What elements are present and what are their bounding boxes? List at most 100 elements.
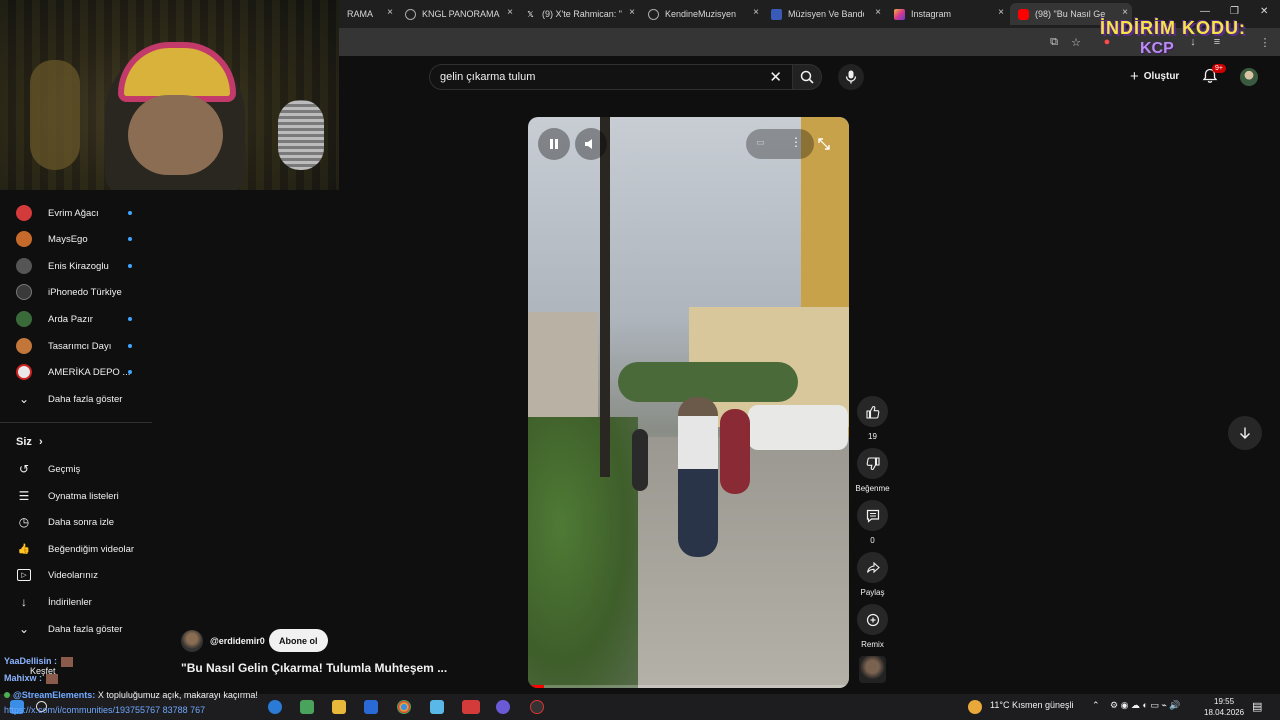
sidebar-subscription[interactable]: iPhonedo Türkiye	[0, 279, 152, 305]
channel-avatar[interactable]	[181, 630, 203, 652]
tray-icons[interactable]: ⚙ ◉ ☁ ◐ ▭ ⌁ 🔊	[1110, 700, 1181, 711]
sidebar-item-your-videos[interactable]: ▷ Videolarınız	[0, 562, 152, 588]
next-short-button[interactable]	[1228, 416, 1262, 450]
subscribe-button[interactable]: Abone ol	[269, 629, 328, 652]
microphone-icon	[845, 70, 857, 84]
video-scene	[678, 397, 718, 557]
status-dot-icon	[4, 692, 10, 698]
sidebar: Evrim Ağacı MaysEgo Enis Kirazoglu iPhon…	[0, 190, 152, 645]
close-icon[interactable]: ×	[387, 7, 393, 18]
create-button[interactable]: + Oluştur	[1130, 68, 1179, 85]
browser-menu-icon[interactable]: ⋮	[1258, 35, 1272, 49]
sidebar-item-downloads[interactable]: ↓ İndirilenler	[0, 589, 152, 615]
sidebar-item-liked-videos[interactable]: 👍 Beğendiğim videolar	[0, 536, 152, 562]
sidebar-item-watch-later[interactable]: ◷ Daha sonra izle	[0, 509, 152, 535]
store-icon[interactable]	[300, 700, 314, 714]
search-input[interactable]: gelin çıkarma tulum ✕	[429, 64, 792, 90]
fullscreen-button[interactable]	[808, 128, 840, 160]
account-avatar[interactable]	[1240, 68, 1258, 86]
pause-button[interactable]	[538, 128, 570, 160]
close-icon[interactable]: ×	[1122, 7, 1128, 18]
video-scene	[600, 117, 610, 477]
dislike-label: Beğenme	[855, 484, 890, 493]
sidebar-subscription[interactable]: Arda Pazır	[0, 306, 152, 332]
channel-avatar	[16, 258, 32, 274]
channel-name[interactable]: @erdidemir0	[210, 636, 265, 646]
browser-tab[interactable]: 𝕏 (9) X'te Rahmican: "2 ×	[517, 3, 639, 25]
show-more-label: Daha fazla göster	[48, 393, 123, 405]
browser-tab[interactable]: RAMA ×	[339, 3, 397, 25]
short-title[interactable]: "Bu Nasıl Gelin Çıkarma! Tulumla Muhteşe…	[181, 661, 447, 675]
outlook-icon[interactable]	[364, 700, 378, 714]
app-icon[interactable]	[430, 700, 444, 714]
chat-username: Mahixw :	[4, 673, 43, 683]
you-heading-label: Siz	[16, 436, 32, 448]
sidebar-show-more-2[interactable]: ⌄ Daha fazla göster	[0, 616, 152, 642]
sidebar-item-label: Oynatma listeleri	[48, 490, 119, 502]
browser-tab[interactable]: Müzisyen Ve Bandosu ×	[763, 3, 885, 25]
edge-icon[interactable]	[268, 700, 282, 714]
sidebar-you-heading[interactable]: Siz ›	[16, 436, 43, 448]
voicemeeter-icon[interactable]	[462, 700, 480, 714]
maximize-icon[interactable]: ❐	[1230, 6, 1239, 17]
discord-icon[interactable]	[496, 700, 510, 714]
sidebar-subscription[interactable]: MaysEgo	[0, 226, 152, 252]
close-icon[interactable]: ×	[998, 7, 1004, 18]
remix-button[interactable]	[857, 604, 888, 635]
close-icon[interactable]: ×	[629, 7, 635, 18]
weather-text[interactable]: 11°C Kısmen güneşli	[990, 700, 1073, 710]
remix-action: Remix	[857, 604, 888, 649]
voice-search-button[interactable]	[838, 64, 864, 90]
minimize-icon[interactable]: —	[1200, 6, 1210, 17]
file-explorer-icon[interactable]	[332, 700, 346, 714]
chat-username: @StreamElements:	[13, 690, 96, 700]
close-icon[interactable]: ×	[507, 7, 513, 18]
subscription-label: Enis Kirazoglu	[48, 260, 109, 272]
comment-count: 0	[870, 536, 875, 545]
shorts-video-player[interactable]: ▭ ⋮	[528, 117, 849, 688]
sidebar-subscription[interactable]: AMERİKA DEPO ...	[0, 359, 152, 385]
sidebar-show-more[interactable]: ⌄ Daha fazla göster	[0, 386, 152, 412]
tab-label: (98) "Bu Nasıl Ge	[1035, 9, 1106, 19]
browser-tab[interactable]: KNGL PANORAMA | K ×	[397, 3, 517, 25]
chrome-icon[interactable]	[397, 700, 411, 714]
close-icon[interactable]: ×	[753, 7, 759, 18]
notifications-button[interactable]: 9+	[1202, 64, 1226, 86]
comments-button[interactable]	[857, 500, 888, 531]
install-app-icon[interactable]: ⧉	[1047, 35, 1061, 49]
video-progress-fill	[528, 685, 545, 688]
sidebar-item-playlists[interactable]: ☰ Oynatma listeleri	[0, 483, 152, 509]
audio-thumbnail[interactable]	[859, 656, 886, 683]
browser-tab[interactable]: KendineMuzisyen ×	[640, 3, 763, 25]
browser-tab[interactable]: Instagram ×	[886, 3, 1008, 25]
search-icon	[800, 70, 814, 84]
subscription-label: Tasarımcı Dayı	[48, 340, 112, 352]
history-icon: ↺	[18, 462, 30, 476]
video-progress-bar[interactable]	[528, 685, 849, 688]
search-button[interactable]	[792, 64, 822, 90]
subscription-label: iPhonedo Türkiye	[48, 286, 122, 298]
sidebar-subscription[interactable]: Tasarımcı Dayı	[0, 333, 152, 359]
window-close-icon[interactable]: ✕	[1260, 6, 1268, 17]
captions-icon[interactable]: ▭	[756, 137, 765, 148]
sidebar-subscription[interactable]: Evrim Ağacı	[0, 200, 152, 226]
subscription-label: AMERİKA DEPO ...	[48, 366, 131, 378]
tray-chevron-icon[interactable]: ⌃	[1092, 700, 1100, 711]
notification-center-icon[interactable]: ▤	[1252, 700, 1262, 713]
tab-label: KendineMuzisyen	[665, 9, 737, 19]
new-content-dot	[128, 237, 132, 241]
mute-button[interactable]	[575, 128, 607, 160]
share-button[interactable]	[857, 552, 888, 583]
promo-code-value: KCP	[1140, 40, 1174, 57]
more-options-icon[interactable]: ⋮	[790, 135, 802, 149]
like-button[interactable]	[857, 396, 888, 427]
sidebar-divider	[0, 422, 152, 423]
close-icon[interactable]: ×	[875, 7, 881, 18]
taskbar-clock[interactable]: 19:55 18.04.2026	[1204, 696, 1244, 718]
obs-icon[interactable]	[530, 700, 544, 714]
bookmark-star-icon[interactable]: ☆	[1069, 35, 1083, 49]
sidebar-item-history[interactable]: ↺ Geçmiş	[0, 456, 152, 482]
dislike-button[interactable]	[857, 448, 888, 479]
sidebar-subscription[interactable]: Enis Kirazoglu	[0, 253, 152, 279]
clear-search-icon[interactable]: ✕	[769, 68, 782, 86]
